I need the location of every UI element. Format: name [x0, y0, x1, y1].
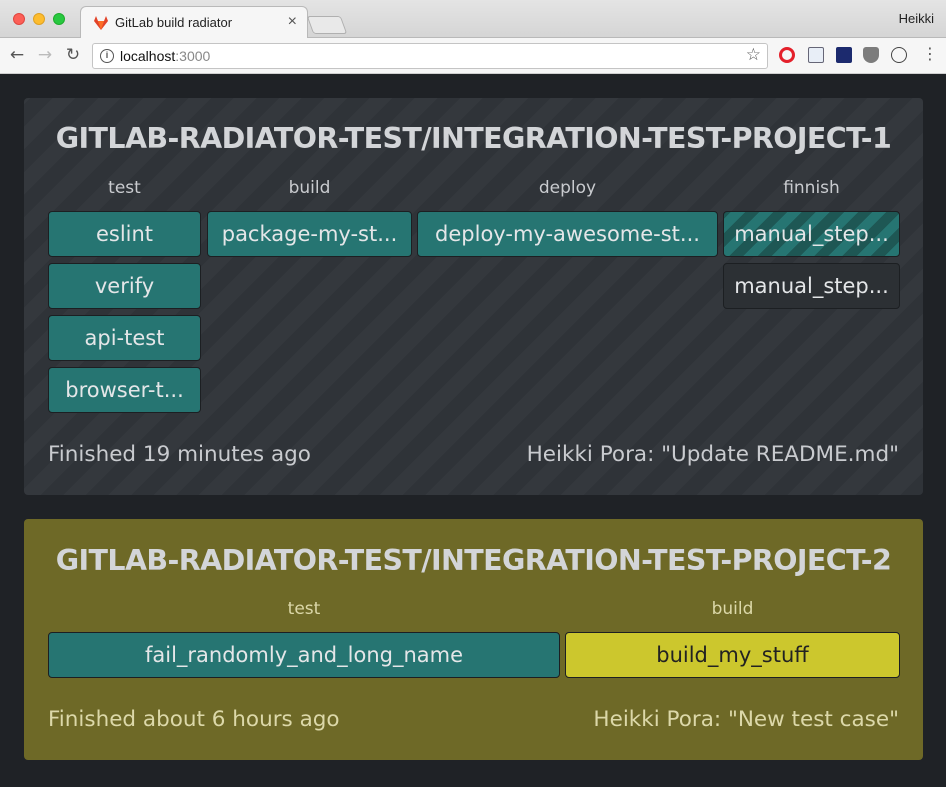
- site-info-icon[interactable]: i: [100, 49, 114, 63]
- project-title: GITLAB-RADIATOR-TEST/INTEGRATION-TEST-PR…: [55, 544, 892, 577]
- reload-icon[interactable]: ↻: [62, 44, 84, 66]
- info-extension-icon[interactable]: [891, 47, 907, 63]
- window-minimize-button[interactable]: [33, 13, 45, 25]
- tab-title: GitLab build radiator: [115, 15, 233, 30]
- job-manual-step-1: manual_step...: [723, 211, 900, 257]
- project-card: GITLAB-RADIATOR-TEST/INTEGRATION-TEST-PR…: [24, 98, 923, 495]
- browser-menu-icon[interactable]: ⋮: [922, 44, 938, 63]
- job-package: package-my-st...: [207, 211, 412, 257]
- job-manual-step-2: manual_step...: [723, 263, 900, 309]
- browser-chrome: GitLab build radiator × Heikki ← → ↻ i l…: [0, 0, 946, 74]
- opera-extension-icon[interactable]: [779, 47, 795, 63]
- profile-name[interactable]: Heikki: [899, 11, 934, 26]
- gitlab-favicon-icon: [94, 16, 108, 30]
- stage-name: finnish: [783, 178, 840, 198]
- job-fail-randomly: fail_randomly_and_long_name: [48, 632, 560, 678]
- url-text[interactable]: localhost:3000: [120, 48, 210, 64]
- stage-name: deploy: [538, 178, 597, 198]
- job-eslint: eslint: [48, 211, 201, 257]
- job-deploy: deploy-my-awesome-st...: [417, 211, 718, 257]
- stage-name: test: [108, 178, 141, 198]
- flag-extension-icon[interactable]: [836, 47, 852, 63]
- stage-name: test: [287, 599, 321, 619]
- commit-info: Heikki Pora: "Update README.md": [526, 442, 899, 467]
- tab-close-icon[interactable]: ×: [288, 13, 297, 31]
- commit-info: Heikki Pora: "New test case": [593, 707, 899, 732]
- finished-time: Finished about 6 hours ago: [48, 707, 340, 732]
- title-bar: GitLab build radiator × Heikki: [0, 0, 946, 39]
- job-verify: verify: [48, 263, 201, 309]
- project-card: GITLAB-RADIATOR-TEST/INTEGRATION-TEST-PR…: [24, 519, 923, 760]
- job-browser-test: browser-t...: [48, 367, 201, 413]
- stage-name: build: [288, 178, 331, 198]
- browser-tab[interactable]: GitLab build radiator ×: [80, 6, 308, 39]
- bookmark-star-icon[interactable]: ☆: [746, 45, 761, 65]
- stage-name: build: [711, 599, 754, 619]
- ublock-shield-icon[interactable]: [863, 47, 879, 63]
- window-maximize-button[interactable]: [53, 13, 65, 25]
- back-icon[interactable]: ←: [6, 44, 28, 66]
- address-bar[interactable]: i localhost:3000 ☆: [92, 43, 768, 69]
- job-api-test: api-test: [48, 315, 201, 361]
- job-build-my-stuff: build_my_stuff: [565, 632, 900, 678]
- window-close-button[interactable]: [13, 13, 25, 25]
- new-tab-button[interactable]: [306, 16, 348, 34]
- forward-icon[interactable]: →: [34, 44, 56, 66]
- cast-extension-icon[interactable]: [808, 47, 824, 63]
- finished-time: Finished 19 minutes ago: [48, 442, 311, 467]
- url-host: localhost: [120, 48, 176, 64]
- url-port: :3000: [175, 48, 211, 64]
- project-title: GITLAB-RADIATOR-TEST/INTEGRATION-TEST-PR…: [55, 122, 892, 155]
- browser-toolbar: ← → ↻ i localhost:3000 ☆ ⋮: [0, 38, 946, 74]
